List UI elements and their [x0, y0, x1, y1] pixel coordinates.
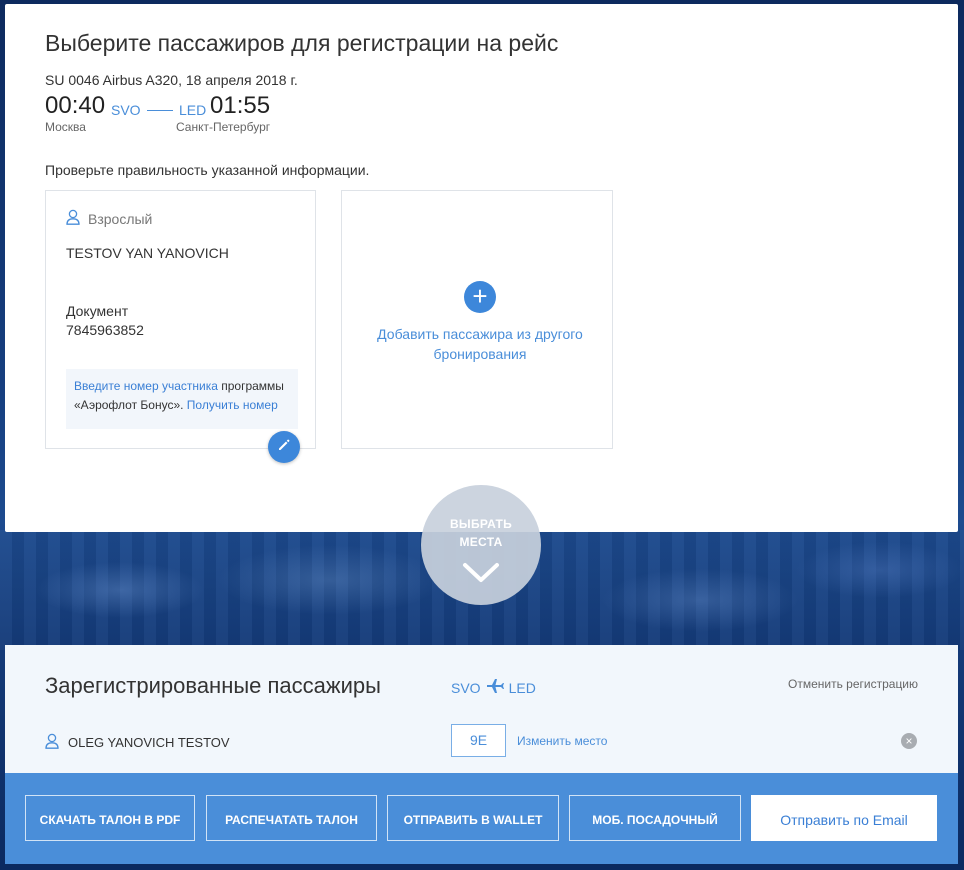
arrival-city: Санкт-Петербург: [176, 120, 271, 134]
send-email-button[interactable]: Отправить по Email: [751, 795, 937, 841]
flight-info: SU 0046 Airbus A320, 18 апреля 2018 г.: [45, 72, 298, 88]
pencil-icon: [277, 438, 291, 457]
boarding-pass-actions: СКАЧАТЬ ТАЛОН В PDF РАСПЕЧАТАТЬ ТАЛОН ОТ…: [5, 773, 958, 864]
select-seats-label: ВЫБРАТЬ МЕСТА: [421, 515, 541, 551]
download-pdf-button[interactable]: СКАЧАТЬ ТАЛОН В PDF: [25, 795, 195, 841]
check-info-note: Проверьте правильность указанной информа…: [45, 162, 370, 178]
route-line: [147, 110, 173, 111]
person-icon: [45, 733, 59, 752]
cancel-registration-link[interactable]: Отменить регистрацию: [788, 677, 918, 691]
registered-title: Зарегистрированные пассажиры: [45, 673, 381, 698]
send-to-wallet-button[interactable]: ОТПРАВИТЬ В WALLET: [387, 795, 559, 841]
registered-route: SVO LED: [451, 678, 536, 697]
enter-member-number-link[interactable]: Введите номер участника: [74, 379, 218, 393]
plane-icon: [486, 678, 504, 697]
departure-time: 00:40: [45, 92, 106, 119]
arrival-time: 01:55: [210, 92, 271, 119]
seat-number-badge[interactable]: 9E: [451, 724, 506, 757]
passenger-type: Взрослый: [66, 209, 152, 228]
print-pass-button[interactable]: РАСПЕЧАТАТЬ ТАЛОН: [206, 795, 377, 841]
page-title: Выберите пассажиров для регистрации на р…: [45, 30, 559, 56]
arrival-airport-code: LED: [179, 102, 207, 118]
select-seats-button[interactable]: ВЫБРАТЬ МЕСТА: [421, 485, 541, 605]
add-passenger-card[interactable]: + Добавить пассажира из другого брониров…: [341, 190, 613, 449]
edit-passenger-button[interactable]: [268, 431, 300, 463]
document-number: 7845963852: [66, 322, 144, 338]
bonus-text: программы: [217, 379, 284, 393]
mobile-boarding-button[interactable]: МОБ. ПОСАДОЧНЫЙ: [569, 795, 741, 841]
select-seats-line2: МЕСТА: [459, 535, 503, 549]
remove-passenger-icon[interactable]: ×: [901, 733, 917, 749]
passenger-name: TESTOV YAN YANOVICH: [66, 245, 229, 261]
registered-passenger-name: OLEG YANOVICH TESTOV: [68, 735, 230, 750]
route-from: SVO: [451, 679, 481, 696]
registered-passengers-panel: Зарегистрированные пассажиры SVO LED Отм…: [5, 645, 958, 775]
passenger-type-label: Взрослый: [88, 210, 153, 227]
bonus-program-name: «Аэрофлот Бонус».: [74, 398, 187, 412]
add-passenger-label: Добавить пассажира из другого бронирован…: [377, 326, 583, 362]
departure-city: Москва: [45, 120, 86, 134]
change-seat-link[interactable]: Изменить место: [517, 734, 607, 748]
registered-passenger-row: OLEG YANOVICH TESTOV: [45, 733, 230, 752]
document-label: Документ: [66, 303, 129, 319]
passenger-card: Взрослый TESTOV YAN YANOVICH Документ 78…: [45, 190, 316, 463]
select-seats-line1: ВЫБРАТЬ: [449, 517, 513, 531]
passenger-selection-card: Выберите пассажиров для регистрации на р…: [5, 4, 958, 532]
departure-airport-code: SVO: [111, 102, 141, 118]
chevron-down-icon: [462, 561, 500, 590]
plus-icon: +: [464, 281, 496, 313]
bonus-program-box: Введите номер участника программы «Аэроф…: [66, 369, 298, 429]
person-icon: [66, 209, 80, 228]
route-to: LED: [508, 679, 536, 696]
get-number-link[interactable]: Получить номер: [187, 398, 278, 412]
